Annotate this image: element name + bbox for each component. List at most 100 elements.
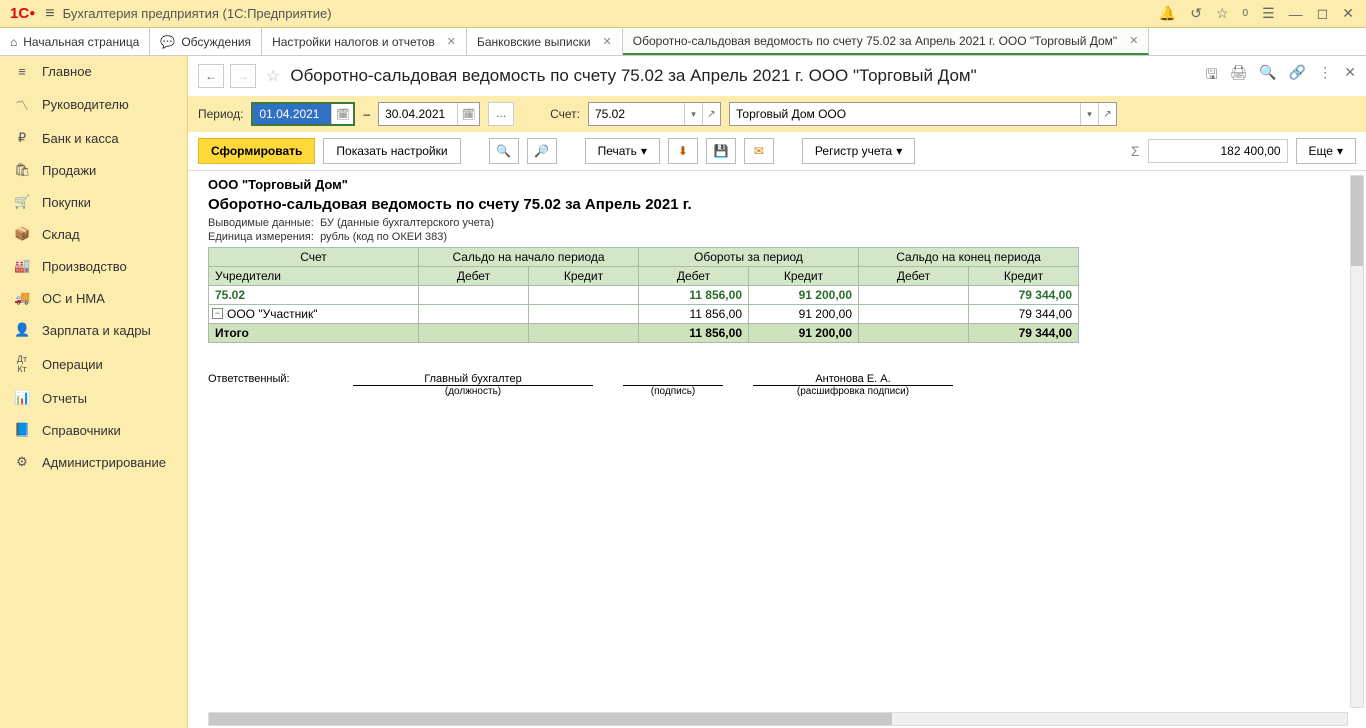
tab-home[interactable]: ⌂ Начальная страница <box>0 28 150 55</box>
sidebar-item-operations[interactable]: ДтКт Операции <box>0 346 187 382</box>
save-button[interactable]: 💾 <box>706 138 736 164</box>
content-header: ← → ☆ Оборотно-сальдовая ведомость по сч… <box>188 56 1366 96</box>
table-row[interactable]: 75.0211 856,0091 200,0079 344,00 <box>209 286 1079 305</box>
collapse-toggle[interactable]: − <box>212 308 223 319</box>
sidebar-item-label: Справочники <box>42 423 121 438</box>
sidebar-item-production[interactable]: 🏭Производство <box>0 250 187 282</box>
tab-discuss[interactable]: 💬 Обсуждения <box>150 28 262 55</box>
factory-icon: 🏭 <box>14 258 30 274</box>
app-logo: 1C● <box>10 5 35 22</box>
print-button[interactable]: Печать ▾ <box>585 138 660 164</box>
close-icon[interactable]: ✕ <box>1342 5 1354 22</box>
report-table: Счет Сальдо на начало периода Обороты за… <box>208 247 1079 343</box>
org-field[interactable] <box>730 103 1080 125</box>
date-to-input[interactable]: 🗓 <box>378 102 480 126</box>
sidebar-item-dicts[interactable]: 📘 Справочники <box>0 414 187 446</box>
menu-icon: ≡ <box>14 64 30 79</box>
kebab-icon[interactable]: ⋮ <box>1318 64 1332 88</box>
more-button[interactable]: Еще ▾ <box>1296 138 1356 164</box>
th-start: Сальдо на начало периода <box>419 248 639 267</box>
sig-position: Главный бухгалтер (должность) <box>353 373 593 397</box>
vertical-scrollbar[interactable] <box>1350 175 1364 708</box>
account-select[interactable]: ▾ ↗ <box>588 102 721 126</box>
sidebar-item-purchases[interactable]: 🛒Покупки <box>0 186 187 218</box>
close-icon[interactable]: ✕ <box>447 35 456 48</box>
sidebar-item-label: Склад <box>42 227 80 242</box>
titlebar: 1C● ≡ Бухгалтерия предприятия (1С:Предпр… <box>0 0 1366 28</box>
home-icon: ⌂ <box>10 35 17 49</box>
form-button[interactable]: Сформировать <box>198 138 315 164</box>
forward-button[interactable]: → <box>230 64 256 88</box>
history-icon[interactable]: ↺ <box>1190 5 1202 22</box>
find-button[interactable]: 🔍 <box>489 138 519 164</box>
zero-icon[interactable]: 0 <box>1243 8 1249 19</box>
chevron-down-icon[interactable]: ▾ <box>684 103 702 125</box>
show-settings-button[interactable]: Показать настройки <box>323 138 460 164</box>
app-title: Бухгалтерия предприятия (1С:Предприятие) <box>63 6 332 21</box>
save-layout-icon[interactable]: 🖫 <box>1206 64 1218 88</box>
sidebar-item-sales[interactable]: 🛍Продажи <box>0 154 187 186</box>
sidebar-item-main[interactable]: ≡Главное <box>0 56 187 87</box>
th-debit: Дебет <box>859 267 969 286</box>
star-icon[interactable]: ☆ <box>1216 5 1229 22</box>
minimize-icon[interactable]: — <box>1289 6 1303 22</box>
report-meta2: Единица измерения: рубль (код по ОКЕИ 38… <box>208 231 1366 243</box>
tab-tax-settings[interactable]: Настройки налогов и отчетов ✕ <box>262 28 467 55</box>
back-button[interactable]: ← <box>198 64 224 88</box>
filter-icon[interactable]: ☰ <box>1262 5 1275 22</box>
close-page-icon[interactable]: ✕ <box>1344 64 1356 88</box>
cart-icon: 🛒 <box>14 194 30 210</box>
sidebar-item-manager[interactable]: 〽Руководителю <box>0 87 187 122</box>
params-row: Период: 🗓 – 🗓 … Счет: ▾ ↗ ▾ ↗ <box>188 96 1366 132</box>
sidebar-item-bank[interactable]: ₽Банк и касса <box>0 122 187 154</box>
chat-icon: 💬 <box>160 35 175 49</box>
report-area: ООО "Торговый Дом" Оборотно-сальдовая ве… <box>188 170 1366 728</box>
sidebar-item-hr[interactable]: 👤Зарплата и кадры <box>0 314 187 346</box>
calendar-icon[interactable]: 🗓 <box>457 103 479 125</box>
zoom-icon[interactable]: 🔍 <box>1259 64 1276 88</box>
export-button[interactable]: ⬇ <box>668 138 698 164</box>
th-credit: Кредит <box>529 267 639 286</box>
sidebar-item-admin[interactable]: ⚙Администрирование <box>0 446 187 478</box>
sum-field[interactable] <box>1148 139 1288 163</box>
sidebar-item-stock[interactable]: 📦Склад <box>0 218 187 250</box>
sum-box: Σ <box>1131 139 1288 163</box>
sidebar-item-assets[interactable]: 🚚ОС и НМА <box>0 282 187 314</box>
dtket-icon: ДтКт <box>14 354 30 374</box>
email-button[interactable]: ✉ <box>744 138 774 164</box>
date-from-input[interactable]: 🗓 <box>251 102 355 126</box>
person-icon: 👤 <box>14 322 30 338</box>
open-external-icon[interactable]: ↗ <box>702 103 720 125</box>
chevron-down-icon[interactable]: ▾ <box>1080 103 1098 125</box>
table-row[interactable]: ООО "Участник"11 856,0091 200,0079 344,0… <box>209 305 1079 324</box>
account-label: Счет: <box>550 107 580 121</box>
link-icon[interactable]: 🔗 <box>1289 64 1306 88</box>
favorite-icon[interactable]: ☆ <box>266 66 280 86</box>
bell-icon[interactable]: 🔔 <box>1159 5 1176 22</box>
date-to-field[interactable] <box>379 103 457 125</box>
calendar-icon[interactable]: 🗓 <box>331 104 353 124</box>
report-title: Оборотно-сальдовая ведомость по счету 75… <box>208 196 1366 213</box>
titlebar-actions: 🔔 ↺ ☆ 0 ☰ — ◻ ✕ <box>1159 5 1362 22</box>
close-icon[interactable]: ✕ <box>603 35 612 48</box>
open-external-icon[interactable]: ↗ <box>1098 103 1116 125</box>
account-field[interactable] <box>589 103 684 125</box>
maximize-icon[interactable]: ◻ <box>1317 5 1329 22</box>
sidebar-item-label: Операции <box>42 357 103 372</box>
th-credit: Кредит <box>749 267 859 286</box>
print-preview-icon[interactable]: 🖨 <box>1230 64 1248 88</box>
tab-osv[interactable]: Оборотно-сальдовая ведомость по счету 75… <box>623 28 1150 55</box>
org-select[interactable]: ▾ ↗ <box>729 102 1117 126</box>
horizontal-scrollbar[interactable] <box>208 712 1348 726</box>
period-picker-button[interactable]: … <box>488 102 514 126</box>
find-next-button[interactable]: 🔎 <box>527 138 557 164</box>
sidebar-item-reports[interactable]: 📊Отчеты <box>0 382 187 414</box>
sidebar-item-label: Руководителю <box>42 97 129 112</box>
sidebar-item-label: Администрирование <box>42 455 166 470</box>
main-menu-icon[interactable]: ≡ <box>45 5 54 23</box>
tab-bank-statements[interactable]: Банковские выписки ✕ <box>467 28 623 55</box>
close-icon[interactable]: ✕ <box>1129 34 1138 47</box>
book-icon: 📘 <box>14 422 30 438</box>
register-button[interactable]: Регистр учета ▾ <box>802 138 915 164</box>
date-from-field[interactable] <box>253 104 331 124</box>
